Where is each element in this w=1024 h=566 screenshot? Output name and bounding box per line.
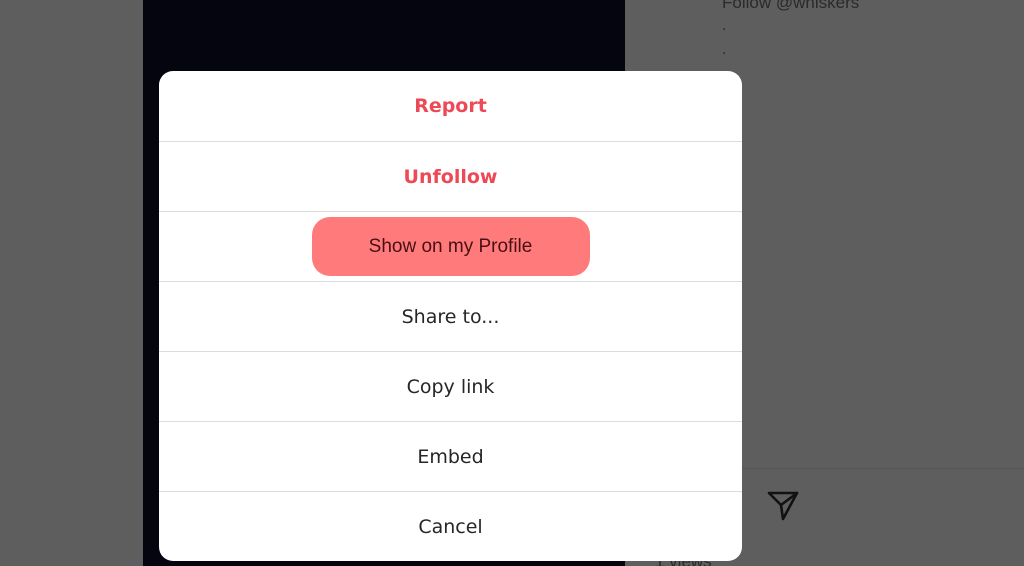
report-button[interactable]: Report — [159, 71, 742, 141]
post-options-dialog: Report Unfollow Show on my Profile Share… — [159, 71, 742, 561]
cancel-button[interactable]: Cancel — [159, 491, 742, 561]
paper-plane-icon[interactable] — [766, 490, 800, 522]
caption-dot: . — [722, 17, 727, 34]
copy-link-button[interactable]: Copy link — [159, 351, 742, 421]
show-on-profile-button[interactable]: Show on my Profile — [311, 217, 590, 276]
embed-button[interactable]: Embed — [159, 421, 742, 491]
unfollow-button[interactable]: Unfollow — [159, 141, 742, 211]
show-on-profile-menu-item[interactable]: Show on my Profile — [159, 211, 742, 281]
follow-caption: Follow @whiskers — [722, 0, 860, 12]
share-to-button[interactable]: Share to... — [159, 281, 742, 351]
comment-divider — [742, 468, 1024, 469]
caption-dot: . — [722, 41, 727, 58]
